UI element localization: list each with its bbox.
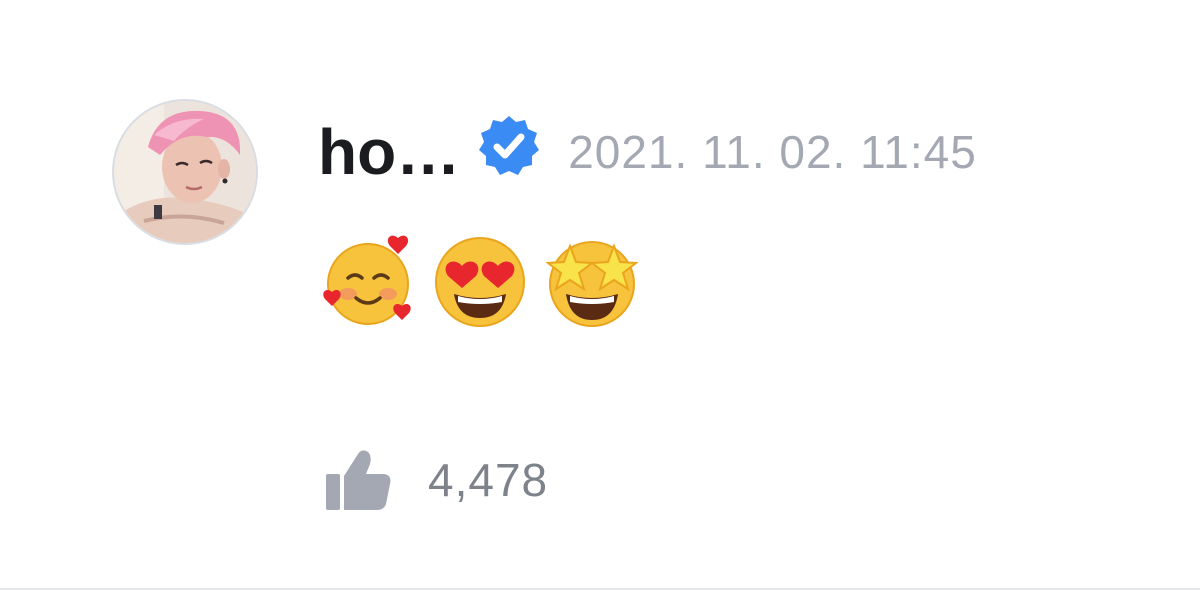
thumbs-up-icon[interactable] xyxy=(322,444,394,516)
comment-item: ho… 2021. 11. 02. 11:45 4,478 xyxy=(0,0,1200,590)
comment-header: ho… 2021. 11. 02. 11:45 xyxy=(318,112,977,192)
verified-badge-icon xyxy=(476,113,542,179)
star-struck-emoji xyxy=(542,232,642,332)
comment-body xyxy=(318,232,654,332)
smiling-face-with-hearts-emoji xyxy=(318,232,418,332)
like-count: 4,478 xyxy=(428,454,549,506)
comment-timestamp: 2021. 11. 02. 11:45 xyxy=(568,126,977,178)
heart-eyes-emoji xyxy=(430,232,530,332)
avatar[interactable] xyxy=(112,99,258,245)
author-name[interactable]: ho… xyxy=(318,115,460,189)
comment-actions: 4,478 xyxy=(322,444,548,516)
